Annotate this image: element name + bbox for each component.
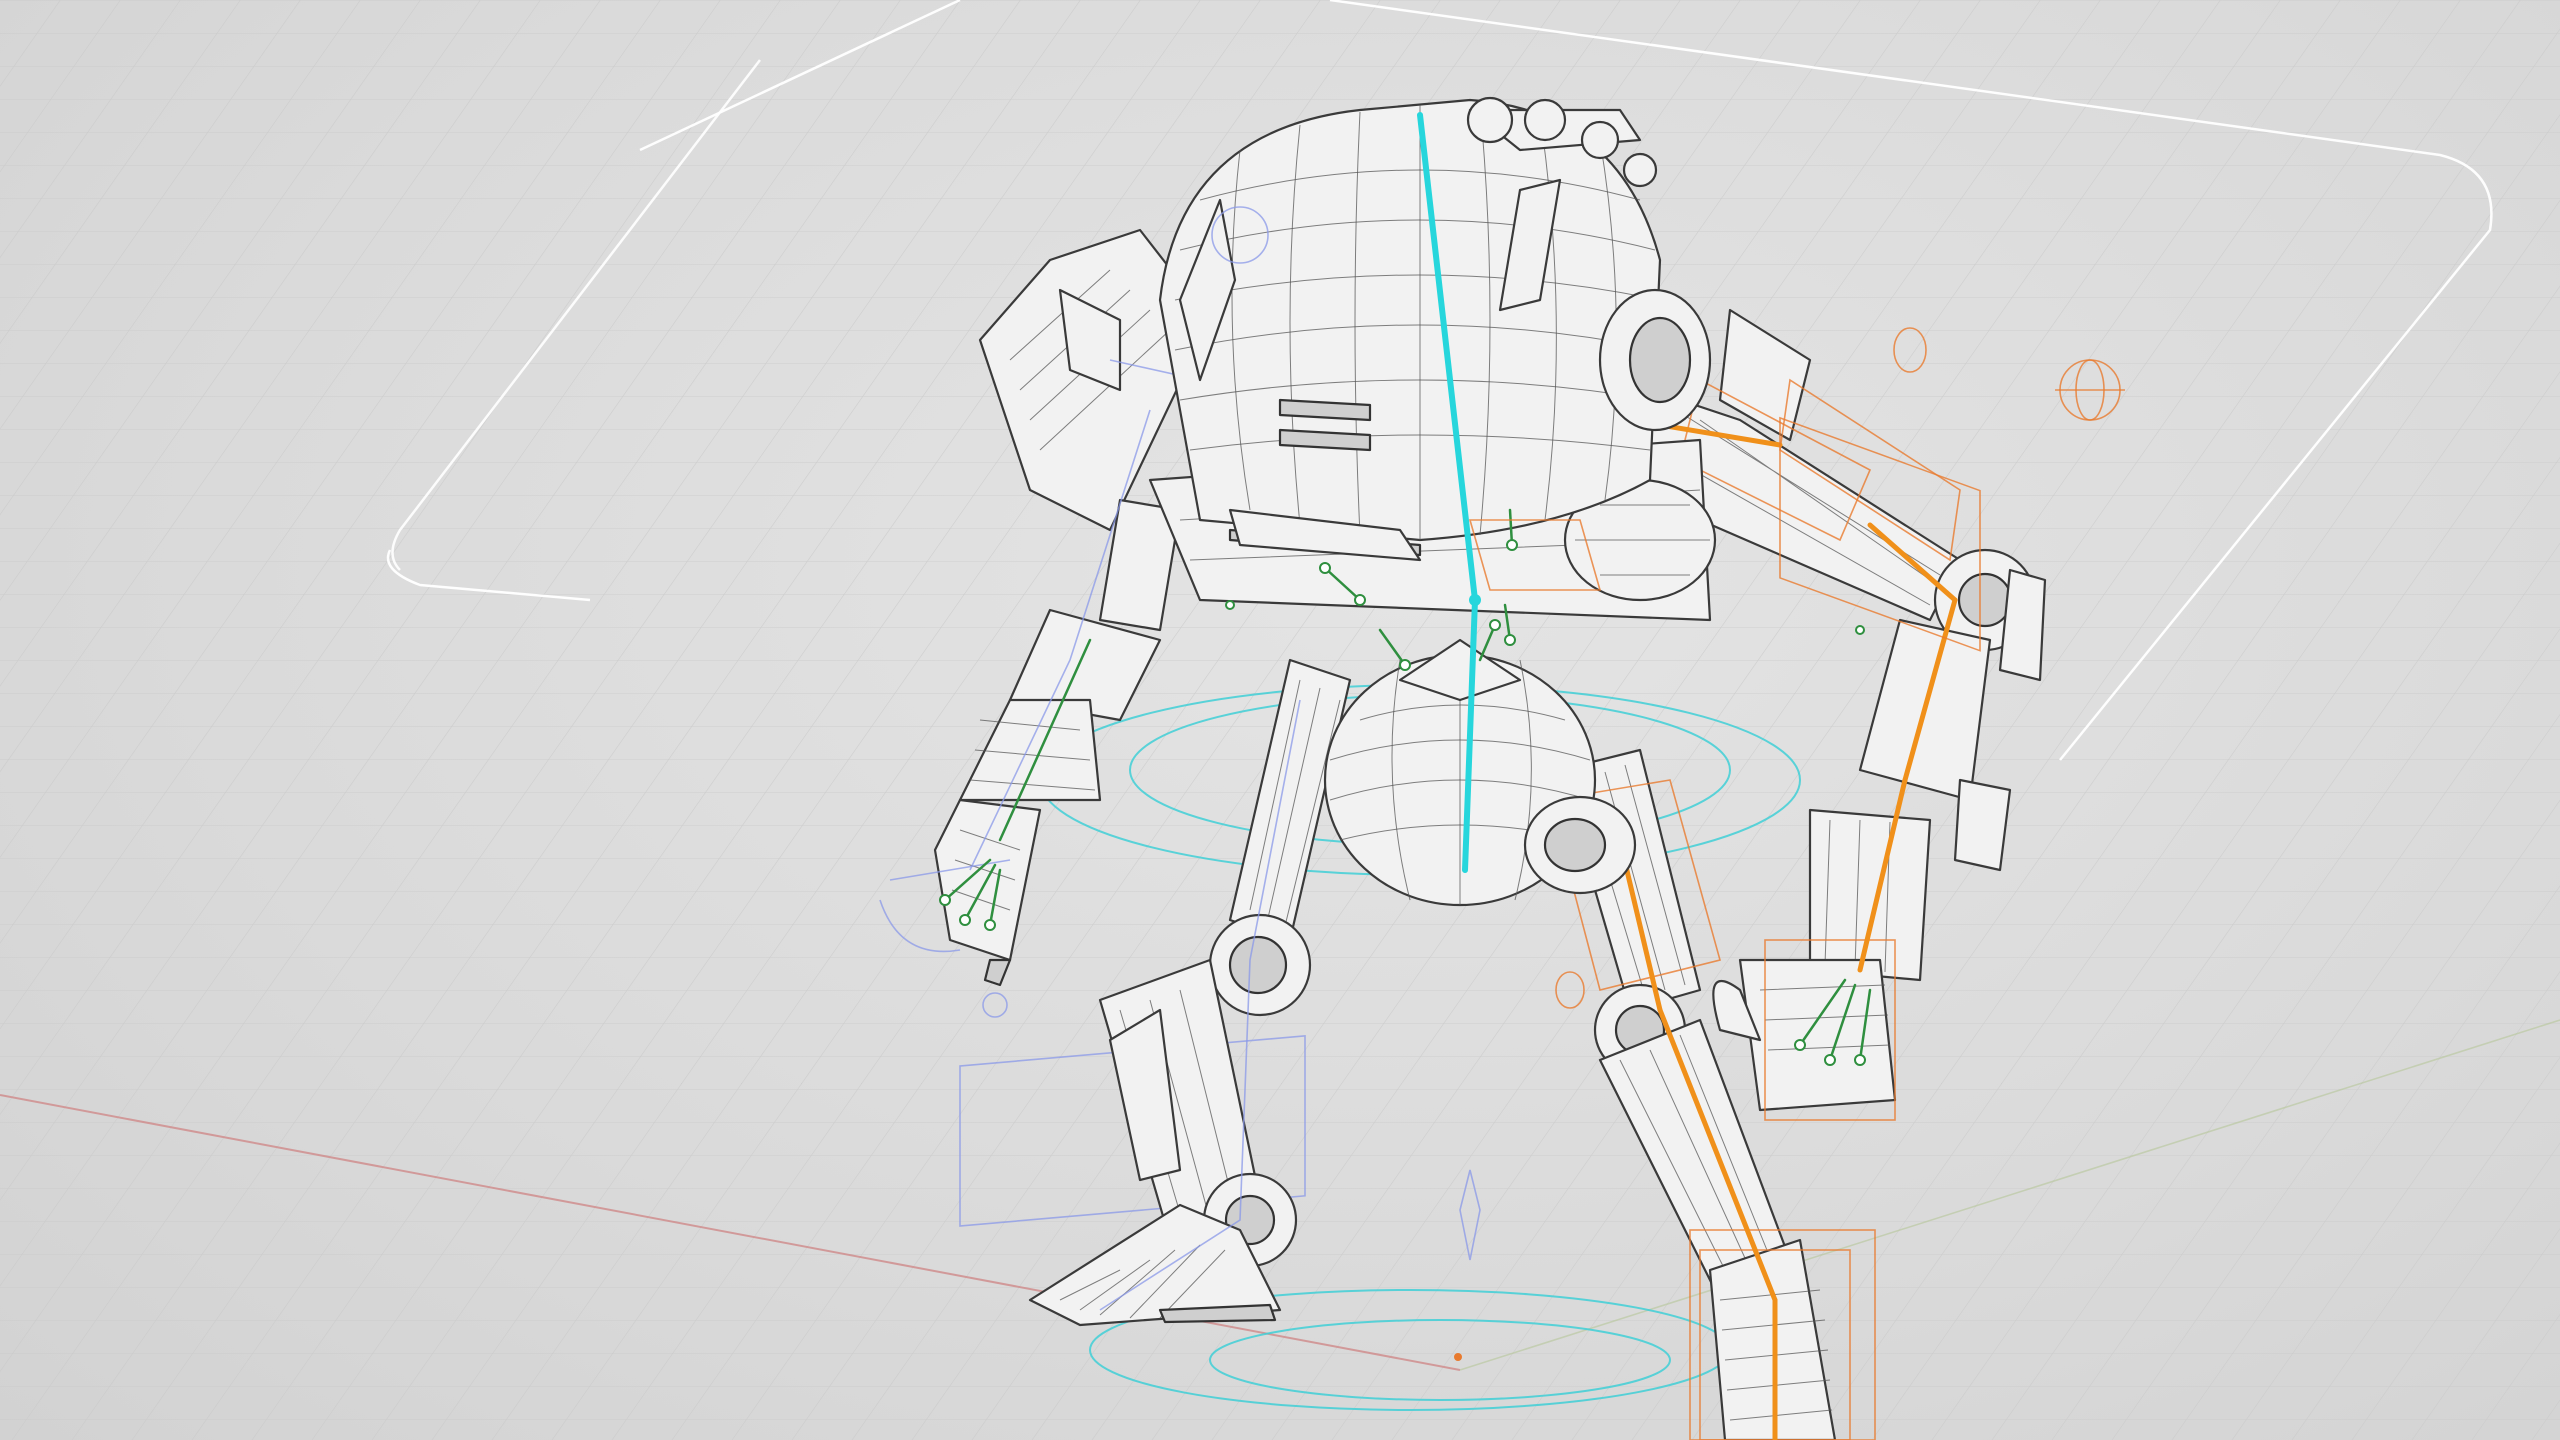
3d-viewport[interactable] xyxy=(0,0,2560,1440)
head-dome[interactable] xyxy=(1158,96,1712,562)
viewport-canvas[interactable] xyxy=(0,0,2560,1440)
